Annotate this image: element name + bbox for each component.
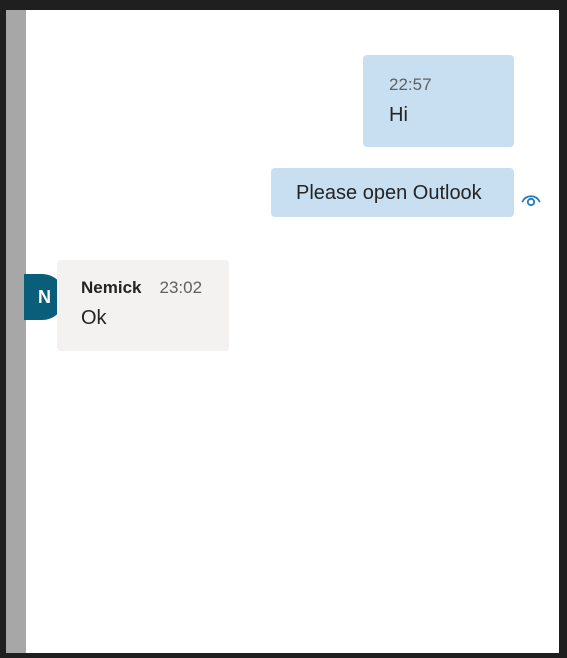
- seen-eye-icon: [521, 192, 541, 208]
- message-timestamp: 22:57: [389, 75, 432, 94]
- message-meta: Nemick 23:02: [81, 278, 229, 298]
- message-text: Ok: [81, 307, 107, 329]
- message-bubble-other[interactable]: Nemick 23:02 Ok: [57, 260, 229, 351]
- message-list: 22:57 Hi Please open Outlook N Nemick 23…: [24, 10, 559, 653]
- message-text: Please open Outlook: [296, 181, 482, 204]
- message-sender: Nemick: [81, 278, 142, 297]
- message-text: Hi: [389, 104, 408, 126]
- message-bubble-self[interactable]: 22:57 Hi: [363, 55, 514, 147]
- left-rail: [6, 10, 26, 653]
- chat-window: 22:57 Hi Please open Outlook N Nemick 23…: [6, 10, 559, 653]
- message-bubble-self[interactable]: Please open Outlook: [271, 168, 514, 217]
- message-timestamp: 23:02: [159, 278, 203, 297]
